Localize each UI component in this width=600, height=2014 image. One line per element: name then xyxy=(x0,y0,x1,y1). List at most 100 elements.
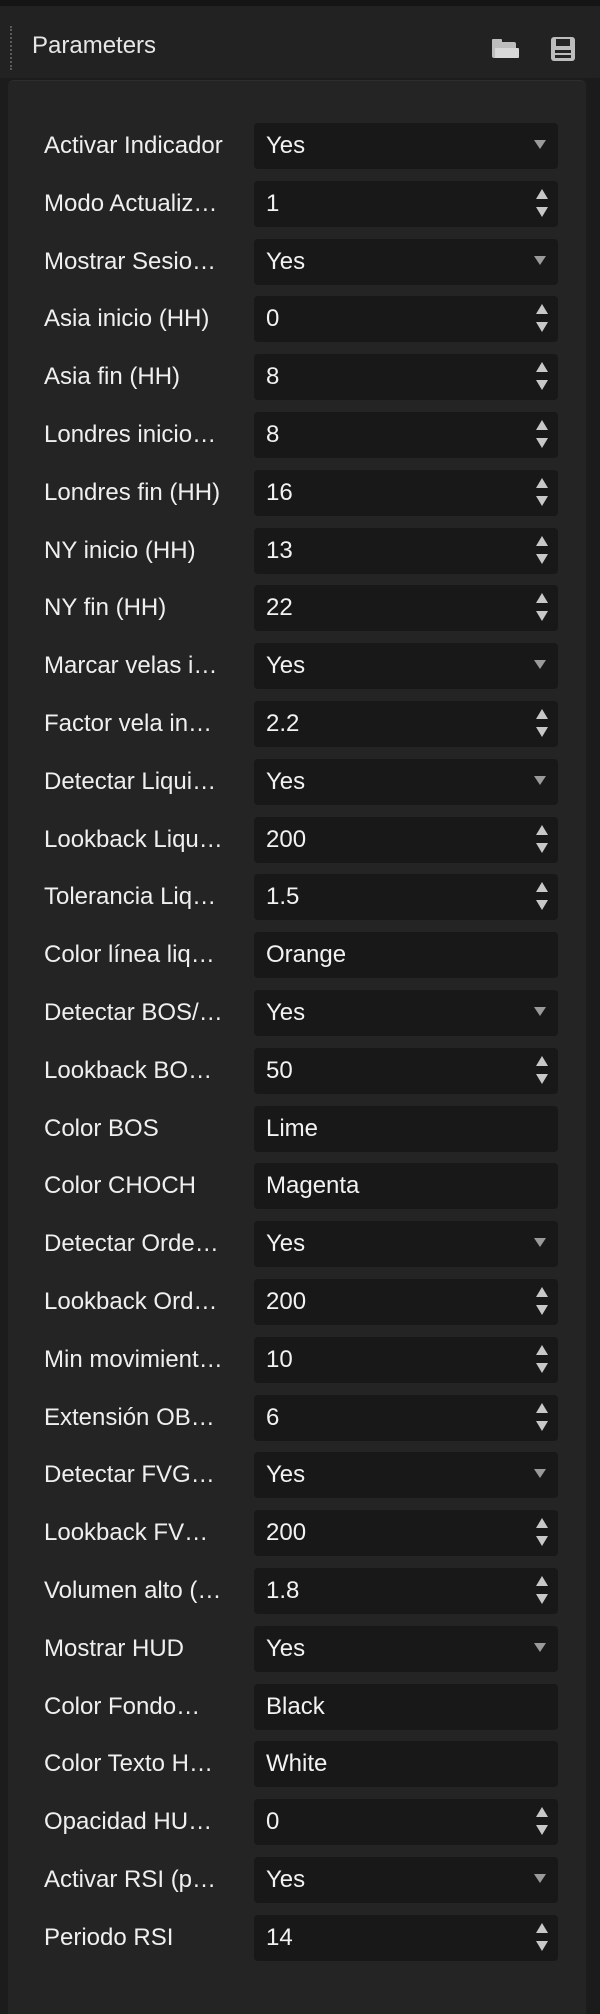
spinner-arrows-icon[interactable] xyxy=(534,591,550,625)
decrement-icon[interactable] xyxy=(536,496,548,506)
increment-icon[interactable] xyxy=(536,1576,548,1586)
chevron-down-icon[interactable] xyxy=(534,256,546,265)
param-number-input[interactable]: 1.8 xyxy=(254,1568,558,1614)
spinner-arrows-icon[interactable] xyxy=(534,1285,550,1319)
param-number-input[interactable]: 200 xyxy=(254,1279,558,1325)
param-number-input[interactable]: 8 xyxy=(254,354,558,400)
spinner-arrows-icon[interactable] xyxy=(534,1401,550,1435)
param-select[interactable]: Yes xyxy=(254,990,558,1036)
increment-icon[interactable] xyxy=(536,536,548,546)
param-select[interactable]: Yes xyxy=(254,643,558,689)
chevron-down-icon[interactable] xyxy=(534,1469,546,1478)
decrement-icon[interactable] xyxy=(536,1941,548,1951)
param-text-input[interactable]: Black xyxy=(254,1684,558,1730)
chevron-down-icon[interactable] xyxy=(534,140,546,149)
decrement-icon[interactable] xyxy=(536,1536,548,1546)
decrement-icon[interactable] xyxy=(536,727,548,737)
scroll-track[interactable] xyxy=(588,78,600,2014)
increment-icon[interactable] xyxy=(536,1287,548,1297)
increment-icon[interactable] xyxy=(536,593,548,603)
param-number-input[interactable]: 50 xyxy=(254,1048,558,1094)
drag-grip[interactable] xyxy=(10,26,12,70)
increment-icon[interactable] xyxy=(536,362,548,372)
param-number-input[interactable]: 200 xyxy=(254,817,558,863)
spinner-arrows-icon[interactable] xyxy=(534,880,550,914)
chevron-down-icon[interactable] xyxy=(534,1007,546,1016)
param-text-input[interactable]: White xyxy=(254,1741,558,1787)
param-text-input[interactable]: Orange xyxy=(254,932,558,978)
increment-icon[interactable] xyxy=(536,882,548,892)
decrement-icon[interactable] xyxy=(536,900,548,910)
increment-icon[interactable] xyxy=(536,189,548,199)
decrement-icon[interactable] xyxy=(536,1825,548,1835)
spinner-arrows-icon[interactable] xyxy=(534,418,550,452)
param-number-input[interactable]: 0 xyxy=(254,296,558,342)
decrement-icon[interactable] xyxy=(536,438,548,448)
increment-icon[interactable] xyxy=(536,1807,548,1817)
increment-icon[interactable] xyxy=(536,420,548,430)
decrement-icon[interactable] xyxy=(536,1594,548,1604)
increment-icon[interactable] xyxy=(536,1345,548,1355)
spinner-arrows-icon[interactable] xyxy=(534,302,550,336)
increment-icon[interactable] xyxy=(536,709,548,719)
param-text-input[interactable]: Lime xyxy=(254,1106,558,1152)
increment-icon[interactable] xyxy=(536,478,548,488)
param-value: Black xyxy=(266,1693,325,1720)
param-number-input[interactable]: 6 xyxy=(254,1395,558,1441)
param-text-input[interactable]: Magenta xyxy=(254,1163,558,1209)
decrement-icon[interactable] xyxy=(536,207,548,217)
chevron-down-icon[interactable] xyxy=(534,1874,546,1883)
spinner-arrows-icon[interactable] xyxy=(534,1805,550,1839)
increment-icon[interactable] xyxy=(536,1403,548,1413)
decrement-icon[interactable] xyxy=(536,1305,548,1315)
param-number-input[interactable]: 200 xyxy=(254,1510,558,1556)
spinner-arrows-icon[interactable] xyxy=(534,1574,550,1608)
folder-open-icon[interactable] xyxy=(490,36,520,62)
param-select[interactable]: Yes xyxy=(254,759,558,805)
decrement-icon[interactable] xyxy=(536,1074,548,1084)
decrement-icon[interactable] xyxy=(536,1363,548,1373)
param-select[interactable]: Yes xyxy=(254,1857,558,1903)
spinner-arrows-icon[interactable] xyxy=(534,187,550,221)
spinner-arrows-icon[interactable] xyxy=(534,476,550,510)
param-number-input[interactable]: 10 xyxy=(254,1337,558,1383)
decrement-icon[interactable] xyxy=(536,554,548,564)
increment-icon[interactable] xyxy=(536,304,548,314)
param-select[interactable]: Yes xyxy=(254,239,558,285)
param-number-input[interactable]: 8 xyxy=(254,412,558,458)
param-number-input[interactable]: 13 xyxy=(254,528,558,574)
increment-icon[interactable] xyxy=(536,1923,548,1933)
param-number-input[interactable]: 0 xyxy=(254,1799,558,1845)
spinner-arrows-icon[interactable] xyxy=(534,1343,550,1377)
increment-icon[interactable] xyxy=(536,1056,548,1066)
param-number-input[interactable]: 16 xyxy=(254,470,558,516)
param-number-input[interactable]: 1.5 xyxy=(254,874,558,920)
param-number-input[interactable]: 14 xyxy=(254,1915,558,1961)
spinner-arrows-icon[interactable] xyxy=(534,360,550,394)
spinner-arrows-icon[interactable] xyxy=(534,534,550,568)
increment-icon[interactable] xyxy=(536,1518,548,1528)
param-number-input[interactable]: 2.2 xyxy=(254,701,558,747)
chevron-down-icon[interactable] xyxy=(534,1238,546,1247)
decrement-icon[interactable] xyxy=(536,322,548,332)
increment-icon[interactable] xyxy=(536,825,548,835)
save-disk-icon[interactable] xyxy=(548,36,578,62)
decrement-icon[interactable] xyxy=(536,1421,548,1431)
spinner-arrows-icon[interactable] xyxy=(534,823,550,857)
chevron-down-icon[interactable] xyxy=(534,776,546,785)
chevron-down-icon[interactable] xyxy=(534,1643,546,1652)
spinner-arrows-icon[interactable] xyxy=(534,707,550,741)
spinner-arrows-icon[interactable] xyxy=(534,1516,550,1550)
param-select[interactable]: Yes xyxy=(254,1221,558,1267)
spinner-arrows-icon[interactable] xyxy=(534,1921,550,1955)
param-number-input[interactable]: 1 xyxy=(254,181,558,227)
chevron-down-icon[interactable] xyxy=(534,660,546,669)
param-select[interactable]: Yes xyxy=(254,1626,558,1672)
decrement-icon[interactable] xyxy=(536,843,548,853)
spinner-arrows-icon[interactable] xyxy=(534,1054,550,1088)
param-select[interactable]: Yes xyxy=(254,123,558,169)
param-number-input[interactable]: 22 xyxy=(254,585,558,631)
param-select[interactable]: Yes xyxy=(254,1452,558,1498)
decrement-icon[interactable] xyxy=(536,611,548,621)
decrement-icon[interactable] xyxy=(536,380,548,390)
